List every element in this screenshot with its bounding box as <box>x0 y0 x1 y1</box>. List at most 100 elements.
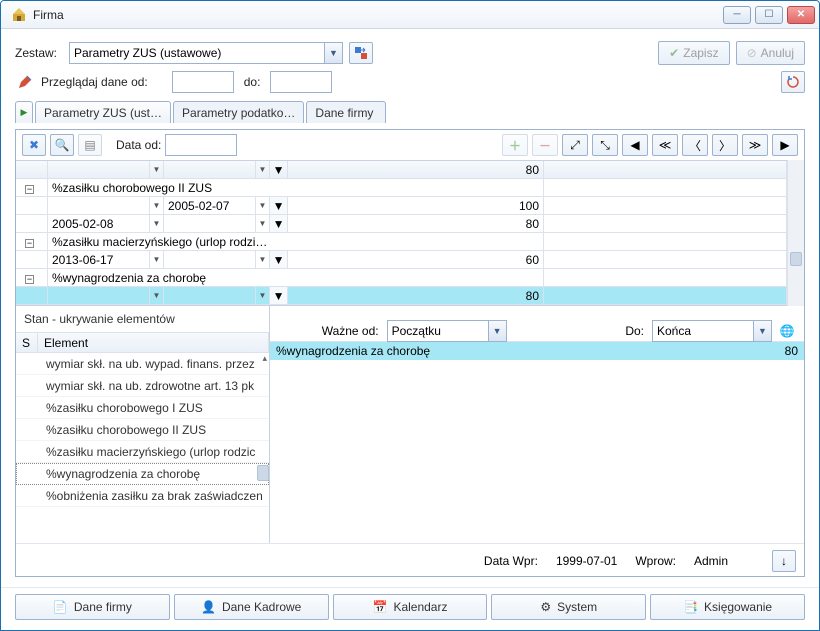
grid-vscroll[interactable] <box>787 160 804 306</box>
globe-button[interactable]: 🌐 <box>776 320 798 342</box>
minimize-button[interactable]: ─ <box>723 6 751 24</box>
tabs-play-button[interactable]: ▶ <box>15 101 33 123</box>
expand-all-button[interactable]: ⤢ <box>562 134 588 156</box>
table-row[interactable]: 2013-06-17▼▼▼60 <box>16 251 787 269</box>
tools-button[interactable]: ✖ <box>22 134 46 156</box>
table-row[interactable]: −%zasiłku chorobowego II ZUS <box>16 179 787 197</box>
valid-from-label: Ważne od: <box>276 324 383 338</box>
browse-from-label: Przeglądaj dane od: <box>41 75 148 89</box>
chevron-down-icon[interactable]: ▼ <box>753 321 771 341</box>
hide-panel-title: Stan - ukrywanie elementów <box>16 306 269 333</box>
bottom-kalendarz[interactable]: 📅Kalendarz <box>333 594 488 620</box>
list-button[interactable]: ▤ <box>78 134 102 156</box>
expand-icon: ⤢ <box>570 138 580 153</box>
entry-date-value: 1999-07-01 <box>556 554 617 568</box>
app-window: Firma ─ ☐ ✕ Zestaw: Parametry ZUS (ustaw… <box>0 0 820 631</box>
valid-to-combo[interactable]: Końca ▼ <box>652 320 772 342</box>
maximize-button[interactable]: ☐ <box>755 6 783 24</box>
hide-header: S Element <box>16 333 269 353</box>
bottom-dane-firmy[interactable]: 📄Dane firmy <box>15 594 170 620</box>
nav-fwd-button[interactable]: 〉 <box>712 134 738 156</box>
from-date-input[interactable] <box>172 71 234 93</box>
refresh-icon <box>786 75 800 89</box>
list-item[interactable]: %wynagrodzenia za chorobę <box>16 463 269 485</box>
entry-user-value: Admin <box>694 554 754 568</box>
valid-from-combo[interactable]: Początku ▼ <box>387 320 507 342</box>
to-date-input[interactable] <box>270 71 332 93</box>
table-row[interactable]: 2005-02-08▼▼▼80 <box>16 215 787 233</box>
grid-toolbar: ✖ 🔍 ▤ Data od: ＋ － ⤢ ⤡ ◀ ≪ 〈 〉 ≫ ▶ <box>16 130 804 160</box>
data-od-input[interactable] <box>165 134 237 156</box>
ledger-icon: 📑 <box>683 600 698 614</box>
bottom-ksiegowanie[interactable]: 📑Księgowanie <box>650 594 805 620</box>
bottom-system[interactable]: ⚙System <box>491 594 646 620</box>
sheet-icon: 📄 <box>53 600 68 614</box>
data-od-label: Data od: <box>116 138 161 152</box>
tab-dane-firmy[interactable]: Dane firmy <box>306 101 386 123</box>
minus-icon: － <box>539 137 551 154</box>
hide-panel: Stan - ukrywanie elementów S Element wym… <box>16 306 270 543</box>
tab-parametry-podatkowe[interactable]: Parametry podatko… <box>173 101 304 123</box>
table-row[interactable]: ▼▼▼80 <box>16 161 787 179</box>
entry-user-label: Wprow: <box>635 554 676 568</box>
cancel-button[interactable]: ⊘ Anuluj <box>736 41 805 65</box>
detail-row-label: %wynagrodzenia za chorobę <box>276 344 785 358</box>
chevron-down-icon[interactable]: ▼ <box>488 321 506 341</box>
system-icon: ⚙ <box>540 600 551 614</box>
check-icon: ✔ <box>669 46 679 60</box>
transfer-icon <box>354 46 368 60</box>
collapse-all-button[interactable]: ⤡ <box>592 134 618 156</box>
zestaw-action-button[interactable] <box>349 42 373 64</box>
refresh-button[interactable] <box>781 71 805 93</box>
tab-parametry-zus[interactable]: Parametry ZUS (ust… <box>35 101 171 123</box>
detail-row[interactable]: %wynagrodzenia za chorobę 80 <box>270 342 804 360</box>
list-vscroll[interactable] <box>257 465 269 481</box>
magnifier-icon: 🔍 <box>55 138 70 152</box>
nav-fastfwd-button[interactable]: ≫ <box>742 134 768 156</box>
hide-col-s: S <box>16 333 38 352</box>
person-icon: 👤 <box>201 600 216 614</box>
list-item[interactable]: wymiar skł. na ub. wypad. finans. przez <box>16 353 269 375</box>
titlebar: Firma ─ ☐ ✕ <box>1 1 819 29</box>
app-icon <box>11 7 27 23</box>
table-row[interactable]: ▼▼▼80 <box>16 287 787 305</box>
table-row[interactable]: ▼2005-02-07▼▼100 <box>16 197 787 215</box>
zestaw-combo[interactable]: Parametry ZUS (ustawowe) ▼ <box>69 42 343 64</box>
cancel-icon: ⊘ <box>747 46 757 60</box>
close-button[interactable]: ✕ <box>787 6 815 24</box>
search-button[interactable]: 🔍 <box>50 134 74 156</box>
nav-fastback-button[interactable]: ≪ <box>652 134 678 156</box>
add-button[interactable]: ＋ <box>502 134 528 156</box>
zestaw-label: Zestaw: <box>15 46 63 60</box>
down-button[interactable]: ↓ <box>772 550 796 572</box>
list-item[interactable]: %zasiłku chorobowego II ZUS <box>16 419 269 441</box>
detail-row-value: 80 <box>785 344 798 358</box>
nav-last-button[interactable]: ▶ <box>772 134 798 156</box>
wrench-icon: ✖ <box>29 138 39 152</box>
zestaw-value: Parametry ZUS (ustawowe) <box>74 46 221 60</box>
list-item[interactable]: %zasiłku macierzyńskiego (urlop rodzic <box>16 441 269 463</box>
calendar-icon: 📅 <box>372 600 387 614</box>
entry-date-label: Data Wpr: <box>484 554 538 568</box>
list-icon: ▤ <box>84 138 95 152</box>
bottom-nav: 📄Dane firmy 👤Dane Kadrowe 📅Kalendarz ⚙Sy… <box>1 587 819 630</box>
table-row[interactable]: −%wynagrodzenia za chorobę <box>16 269 787 287</box>
bottom-dane-kadrowe[interactable]: 👤Dane Kadrowe <box>174 594 329 620</box>
nav-first-button[interactable]: ◀ <box>622 134 648 156</box>
remove-button[interactable]: － <box>532 134 558 156</box>
list-item[interactable]: wymiar skł. na ub. zdrowotne art. 13 pk <box>16 375 269 397</box>
main-panel: ✖ 🔍 ▤ Data od: ＋ － ⤢ ⤡ ◀ ≪ 〈 〉 ≫ ▶ <box>15 129 805 577</box>
nav-back-button[interactable]: 〈 <box>682 134 708 156</box>
valid-to-label: Do: <box>511 324 648 338</box>
list-item[interactable]: %obniżenia zasiłku za brak zaświadczen <box>16 485 269 507</box>
chevron-down-icon[interactable]: ▼ <box>324 43 342 63</box>
hide-col-element: Element <box>38 333 269 352</box>
collapse-icon: ⤡ <box>600 138 610 153</box>
edit-icon[interactable] <box>15 71 35 93</box>
to-label: do: <box>244 75 261 89</box>
list-item[interactable]: %zasiłku chorobowego I ZUS <box>16 397 269 419</box>
plus-icon: ＋ <box>509 137 521 154</box>
save-button[interactable]: ✔ Zapisz <box>658 41 729 65</box>
table-row[interactable]: −%zasiłku macierzyńskiego (urlop rodzi… <box>16 233 787 251</box>
detail-panel: Ważne od: Początku ▼ Do: Końca ▼ 🌐 <box>270 306 804 543</box>
